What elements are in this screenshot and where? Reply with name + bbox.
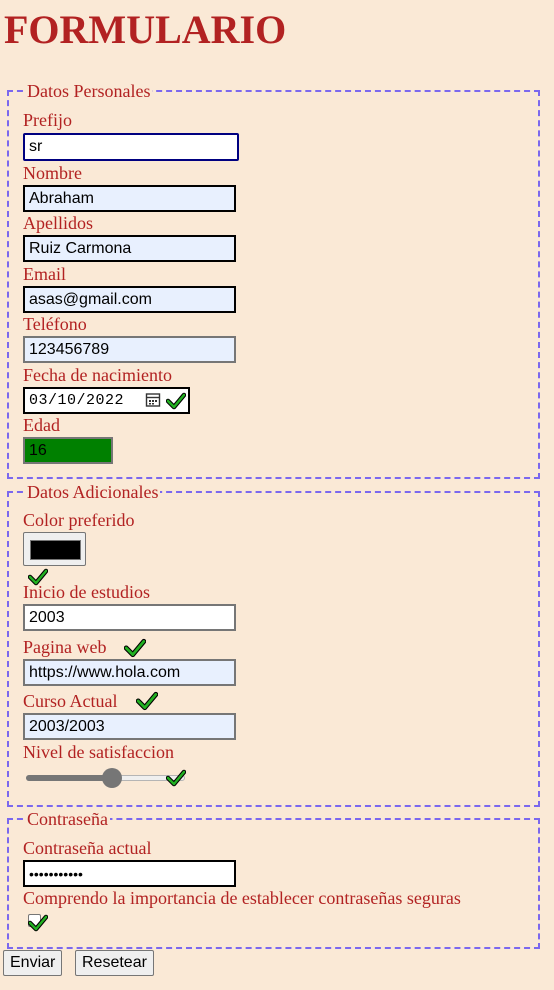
phone-input[interactable]: 123456789 bbox=[23, 336, 236, 363]
satisfaction-label: Nivel de satisfaccion bbox=[23, 742, 174, 762]
age-input[interactable]: 16 bbox=[23, 437, 113, 464]
course-valid-check-icon bbox=[136, 691, 158, 711]
color-picker[interactable] bbox=[23, 532, 86, 566]
agree-label: Comprendo la importancia de establecer c… bbox=[23, 888, 461, 908]
page-title: FORMULARIO bbox=[4, 7, 287, 52]
email-input[interactable]: asas@gmail.com bbox=[23, 286, 236, 313]
additional-legend: Datos Adicionales bbox=[25, 482, 161, 503]
name-input[interactable]: Abraham bbox=[23, 185, 236, 212]
agree-valid-check-icon bbox=[28, 914, 48, 932]
website-label: Pagina web bbox=[23, 637, 107, 657]
study-start-label: Inicio de estudios bbox=[23, 582, 150, 602]
website-valid-check-icon bbox=[124, 638, 146, 658]
personal-legend: Datos Personales bbox=[25, 81, 153, 102]
prefix-label: Prefijo bbox=[23, 110, 72, 130]
phone-label: Teléfono bbox=[23, 314, 87, 334]
satisfaction-slider[interactable] bbox=[26, 768, 185, 788]
slider-thumb[interactable] bbox=[102, 768, 123, 788]
satisfaction-valid-check-icon bbox=[166, 769, 186, 787]
email-label: Email bbox=[23, 264, 66, 284]
birth-label: Fecha de nacimiento bbox=[23, 365, 172, 385]
surname-label: Apellidos bbox=[23, 213, 93, 233]
name-label: Nombre bbox=[23, 163, 82, 183]
calendar-icon[interactable] bbox=[145, 391, 161, 409]
color-swatch bbox=[30, 540, 81, 560]
website-input[interactable]: https://www.hola.com bbox=[23, 659, 236, 686]
password-label: Contraseña actual bbox=[23, 838, 152, 858]
reset-button[interactable]: Resetear bbox=[75, 950, 154, 976]
password-legend: Contraseña bbox=[25, 809, 110, 830]
birth-date-input[interactable]: 03/10/2022 bbox=[23, 387, 190, 414]
age-label: Edad bbox=[23, 415, 60, 435]
course-label: Curso Actual bbox=[23, 691, 118, 711]
course-input[interactable]: 2003/2003 bbox=[23, 713, 236, 740]
submit-button[interactable]: Enviar bbox=[3, 950, 63, 976]
prefix-input[interactable]: sr bbox=[23, 133, 239, 161]
birth-valid-check-icon bbox=[166, 392, 186, 410]
surname-input[interactable]: Ruiz Carmona bbox=[23, 235, 236, 262]
color-label: Color preferido bbox=[23, 510, 135, 530]
study-start-input[interactable]: 2003 bbox=[23, 604, 236, 631]
password-input[interactable]: ••••••••••• bbox=[23, 860, 236, 887]
slider-fill bbox=[26, 775, 113, 781]
birth-date-value: 03/10/2022 bbox=[29, 392, 125, 409]
